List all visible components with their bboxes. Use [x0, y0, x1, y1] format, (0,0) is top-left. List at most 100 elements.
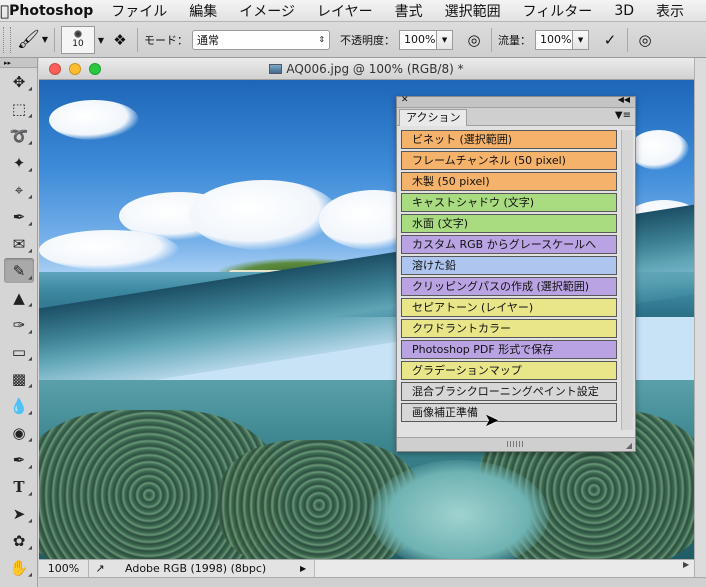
type-tool-icon[interactable]: T ◢	[4, 474, 34, 499]
action-button[interactable]: キャストシャドウ (文字)	[401, 193, 617, 212]
panel-menu-icon[interactable]: ▼≡	[615, 110, 631, 121]
tools-panel-header[interactable]: ▸▸	[0, 58, 37, 68]
healing-brush-tool-icon[interactable]: ✉ ◢	[4, 231, 34, 256]
action-button[interactable]: セピアトーン (レイヤー)	[401, 298, 617, 317]
horizontal-scrollbar[interactable]	[314, 559, 694, 578]
minimize-window-button[interactable]	[69, 62, 81, 75]
flow-slider-toggle[interactable]: ▼	[573, 29, 590, 50]
zoom-level-field[interactable]: 100%	[39, 559, 89, 578]
app-menu[interactable]: Photoshop	[9, 3, 93, 19]
shape-tool-icon[interactable]: ✿ ◢	[4, 528, 34, 553]
cloud-shape	[49, 100, 139, 140]
menu-view[interactable]: 表示	[656, 1, 684, 21]
apple-menu-icon[interactable]: 	[0, 2, 9, 20]
menu-bar:  Photoshop ファイル 編集 イメージ レイヤー 書式 選択範囲 フィ…	[0, 0, 706, 22]
brush-tip-icon	[74, 30, 83, 38]
divider	[627, 27, 629, 52]
vertical-scrollbar[interactable]	[694, 58, 706, 577]
pen-tool-icon[interactable]: ✒ ◢	[4, 447, 34, 472]
hand-tool-icon[interactable]: ✋ ◢	[4, 555, 34, 580]
panel-header[interactable]: ✕ ◀◀	[397, 95, 635, 108]
magic-wand-tool-icon[interactable]: ✦ ◢	[4, 150, 34, 175]
action-button[interactable]: カスタム RGB からグレースケールへ	[401, 235, 617, 254]
chevron-down-icon: ▼	[441, 35, 448, 44]
menu-layer[interactable]: レイヤー	[317, 1, 373, 21]
color-profile-info[interactable]: Adobe RGB (1998) (8bpc)	[111, 562, 300, 575]
tool-preset-picker[interactable]: 🖌 ▼	[17, 29, 48, 50]
brush-preset-picker[interactable]: 10 ▼	[61, 25, 104, 54]
menu-image[interactable]: イメージ	[239, 1, 295, 21]
action-button[interactable]: 水面 (文字)	[401, 214, 617, 233]
action-button[interactable]: 画像補正準備	[401, 403, 617, 422]
panel-scrollbar[interactable]	[621, 130, 633, 430]
crop-tool-icon[interactable]: ⌖ ◢	[4, 177, 34, 202]
options-bar-grip[interactable]	[3, 26, 11, 53]
pressure-opacity-button[interactable]: ◎	[463, 29, 485, 51]
collapse-icon[interactable]: ◀◀	[618, 95, 630, 104]
panel-resize-grip[interactable]	[507, 441, 525, 447]
opacity-slider-toggle[interactable]: ▼	[437, 29, 454, 50]
menu-edit[interactable]: 編集	[189, 1, 217, 21]
history-brush-tool-icon[interactable]: ✑ ◢	[4, 312, 34, 337]
brush-panel-toggle-button[interactable]: ❖	[109, 29, 131, 51]
pressure-size-button[interactable]: ◎	[634, 29, 656, 51]
action-button[interactable]: 木製 (50 pixel)	[401, 172, 617, 191]
action-button[interactable]: 溶けた鉛	[401, 256, 617, 275]
action-button[interactable]: Photoshop PDF 形式で保存	[401, 340, 617, 359]
marquee-tool-icon[interactable]: ⬚ ◢	[4, 96, 34, 121]
close-icon[interactable]: ✕	[401, 95, 409, 105]
brush-tool-icon[interactable]: ✎ ◢	[4, 258, 34, 283]
menu-3d[interactable]: 3D	[614, 3, 634, 19]
eyedropper-tool-icon[interactable]: ✒ ◢	[4, 204, 34, 229]
chevron-down-icon: ▼	[41, 35, 49, 44]
tab-actions[interactable]: アクション	[399, 109, 468, 126]
clone-stamp-tool-icon[interactable]: ▲ ◢	[4, 285, 34, 310]
document-title-text: AQ006.jpg @ 100% (RGB/8) *	[286, 61, 464, 76]
divider	[137, 27, 139, 52]
flow-input[interactable]: 100%	[535, 29, 574, 50]
close-window-button[interactable]	[49, 62, 61, 75]
path-selection-tool-icon[interactable]: ➤ ◢	[4, 501, 34, 526]
lasso-tool-icon[interactable]: ➰ ◢	[4, 123, 34, 148]
brush-panel-icon: ❖	[113, 30, 127, 49]
resize-corner-icon[interactable]: ◢	[626, 441, 632, 450]
pen-pressure-icon: ◎	[638, 30, 652, 49]
blend-mode-select[interactable]: 通常 ⇕	[192, 29, 331, 50]
dodge-tool-icon[interactable]: ◉ ◢	[4, 420, 34, 445]
share-icon[interactable]: ↗	[89, 562, 111, 575]
menu-file[interactable]: ファイル	[111, 1, 167, 21]
mouse-pointer-icon: ➤	[484, 410, 500, 431]
status-menu-arrow-icon[interactable]: ▶	[300, 564, 314, 573]
move-tool-icon[interactable]: ✥ ◢	[4, 69, 34, 94]
opacity-input[interactable]: 100%	[399, 29, 438, 50]
pen-pressure-icon: ◎	[467, 30, 481, 49]
panel-tab-bar: アクション ▼≡	[397, 108, 635, 126]
airbrush-icon: ✓	[603, 30, 617, 49]
zoom-window-button[interactable]	[89, 62, 101, 75]
mode-label: モード：	[144, 33, 189, 47]
action-button[interactable]: 混合ブラシクローニングペイント設定	[401, 382, 617, 401]
gradient-tool-icon[interactable]: ▩ ◢	[4, 366, 34, 391]
document-title: AQ006.jpg @ 100% (RGB/8) *	[39, 62, 694, 76]
brush-size: 10	[72, 39, 84, 49]
action-button[interactable]: クリッピングパスの作成 (選択範囲)	[401, 277, 617, 296]
blend-mode-value: 通常	[197, 33, 220, 47]
brush-icon: 🖌	[17, 29, 40, 50]
menu-filter[interactable]: フィルター	[523, 1, 593, 21]
action-button[interactable]: ビネット (選択範囲)	[401, 130, 617, 149]
cloud-shape	[189, 180, 339, 250]
action-button[interactable]: フレームチャンネル (50 pixel)	[401, 151, 617, 170]
eraser-tool-icon[interactable]: ▭ ◢	[4, 339, 34, 364]
action-button[interactable]: クワドラントカラー	[401, 319, 617, 338]
sand-patch	[369, 460, 549, 559]
window-bottom-edge	[39, 577, 706, 587]
menu-type[interactable]: 書式	[395, 1, 423, 21]
cloud-shape	[629, 130, 689, 170]
document-titlebar[interactable]: AQ006.jpg @ 100% (RGB/8) *	[39, 58, 694, 80]
action-button[interactable]: グラデーションマップ	[401, 361, 617, 380]
chevron-down-icon: ▼	[577, 35, 584, 44]
menu-select[interactable]: 選択範囲	[445, 1, 501, 21]
blur-tool-icon[interactable]: 💧 ◢	[4, 393, 34, 418]
scroll-right-arrow-icon[interactable]: ▶	[683, 560, 689, 569]
airbrush-button[interactable]: ✓	[599, 29, 621, 51]
